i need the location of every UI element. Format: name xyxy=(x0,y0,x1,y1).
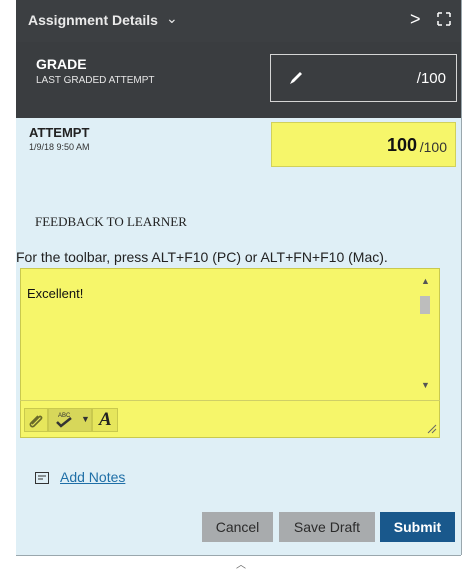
attempt-score-total: /100 xyxy=(419,139,447,155)
notes-icon xyxy=(35,472,49,484)
attach-button[interactable] xyxy=(24,408,48,432)
title-chevron-down-icon[interactable]: ⌄ xyxy=(166,10,178,27)
cancel-button[interactable]: Cancel xyxy=(202,512,273,542)
resize-handle-icon[interactable] xyxy=(427,424,437,434)
spellcheck-icon: ABC xyxy=(56,413,72,428)
scroll-up-icon[interactable]: ▲ xyxy=(421,276,430,286)
panel-title[interactable]: Assignment Details xyxy=(28,12,158,28)
editor-scrollbar[interactable]: ▲ ▼ xyxy=(417,276,434,396)
save-draft-button[interactable]: Save Draft xyxy=(279,512,375,542)
scroll-down-icon[interactable]: ▼ xyxy=(421,380,430,390)
submit-button[interactable]: Submit xyxy=(380,512,455,542)
pencil-icon[interactable] xyxy=(287,69,305,87)
editor-divider xyxy=(20,400,440,401)
next-chevron-icon[interactable]: > xyxy=(410,9,421,30)
paperclip-icon xyxy=(29,415,43,428)
grade-input[interactable]: /100 xyxy=(270,54,457,102)
text-format-icon: A xyxy=(99,409,112,430)
attempt-score: 100 xyxy=(386,135,417,155)
add-notes-link[interactable]: Add Notes xyxy=(60,469,125,485)
grade-value: /100 xyxy=(416,70,446,87)
text-format-button[interactable]: A xyxy=(92,408,118,432)
spellcheck-button[interactable]: ABC ▼ xyxy=(48,408,92,432)
expand-icon[interactable] xyxy=(436,11,452,27)
feedback-label: FEEDBACK TO LEARNER xyxy=(35,214,187,229)
attempt-score-field[interactable]: 100 /100 xyxy=(271,122,456,167)
collapse-caret-icon[interactable]: ︿ xyxy=(236,556,246,571)
grade-title: GRADE xyxy=(36,56,87,72)
chevron-down-icon[interactable]: ▼ xyxy=(81,414,90,424)
attempt-date: 1/9/18 9:50 AM xyxy=(29,142,90,152)
toolbar-hint: For the toolbar, press ALT+F10 (PC) or A… xyxy=(16,249,388,265)
feedback-text[interactable]: Excellent! xyxy=(27,286,83,301)
grade-subtitle: LAST GRADED ATTEMPT xyxy=(36,75,155,86)
grade-section: GRADE LAST GRADED ATTEMPT /100 xyxy=(16,42,461,118)
scroll-thumb[interactable] xyxy=(420,296,430,314)
attempt-title: ATTEMPT xyxy=(29,125,90,140)
panel-header: Assignment Details ⌄ > xyxy=(16,0,461,42)
